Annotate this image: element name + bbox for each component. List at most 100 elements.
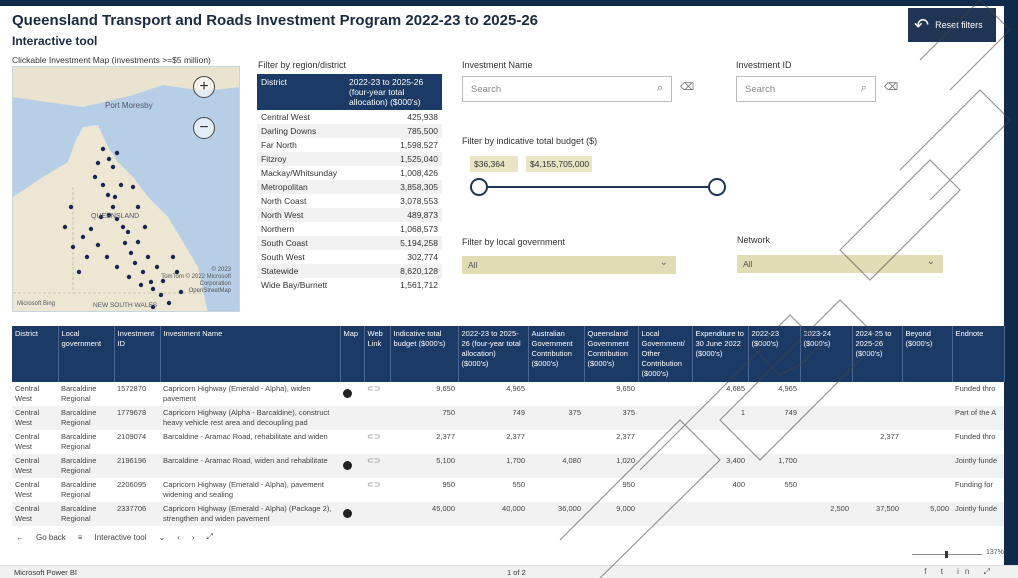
district-row[interactable]: Fitzroy 1,525,040 xyxy=(257,152,442,166)
go-back-button[interactable]: Go back xyxy=(36,533,66,542)
map-investment-dot[interactable] xyxy=(92,174,98,180)
reset-filters-button[interactable]: ↶ Reset filters xyxy=(908,8,996,42)
map-investment-dot[interactable] xyxy=(95,160,101,166)
map-investment-dot[interactable] xyxy=(150,286,156,292)
table-col-header[interactable]: Queensland Government Contribution ($000… xyxy=(584,326,639,382)
map-investment-dot[interactable] xyxy=(80,234,86,240)
table-col-header[interactable]: Expenditure to 30 June 2022 ($000's) xyxy=(692,326,749,382)
table-col-header[interactable]: Australian Government Contribution ($000… xyxy=(528,326,585,382)
map-zoom-in-button[interactable]: + xyxy=(193,76,215,98)
chevron-down-icon[interactable]: ⌄ xyxy=(159,533,166,542)
investment-id-search[interactable]: Search ⌕ xyxy=(736,76,876,102)
map-investment-dot[interactable] xyxy=(105,192,111,198)
map-dot-icon[interactable] xyxy=(343,461,352,470)
table-row[interactable]: Central West Barcaldine Regional 1779678 Ca… xyxy=(12,406,1004,430)
table-col-header[interactable]: Local government xyxy=(58,326,115,382)
map-investment-dot[interactable] xyxy=(166,300,172,306)
district-row[interactable]: Statewide 8,620,128 xyxy=(257,264,442,278)
map-investment-dot[interactable] xyxy=(126,274,132,280)
map-investment-dot[interactable] xyxy=(125,229,131,235)
district-row[interactable]: North Coast 3,078,553 xyxy=(257,194,442,208)
map-investment-dot[interactable] xyxy=(135,204,141,210)
district-row[interactable]: Metropolitan 3,858,305 xyxy=(257,180,442,194)
map-investment-dot[interactable] xyxy=(110,204,116,210)
district-row[interactable]: Northern 1,068,573 xyxy=(257,222,442,236)
eraser-icon[interactable]: ⌫ xyxy=(884,82,898,93)
map-investment-dot[interactable] xyxy=(140,269,146,275)
link-icon[interactable]: ⊂⊃ xyxy=(367,456,380,465)
map-investment-dot[interactable] xyxy=(145,254,151,260)
budget-slider-track[interactable] xyxy=(478,186,718,188)
allocation-col-header[interactable]: 2022-23 to 2025-26 (four-year total allo… xyxy=(345,74,442,110)
table-col-header[interactable]: Map xyxy=(340,326,365,382)
map-investment-dot[interactable] xyxy=(170,254,176,260)
table-col-header[interactable]: 2024-25 to 2025-26 ($000's) xyxy=(852,326,903,382)
map-investment-dot[interactable] xyxy=(118,182,124,188)
share-icons[interactable]: f t in ⤢ xyxy=(924,567,996,577)
page-selector[interactable]: Interactive tool xyxy=(94,533,146,542)
table-row[interactable]: Central West Barcaldine Regional 2196196 Ba… xyxy=(12,454,1004,478)
zoom-slider-handle[interactable] xyxy=(945,551,948,558)
map-investment-dot[interactable] xyxy=(114,264,120,270)
map-investment-dot[interactable] xyxy=(122,240,128,246)
table-col-header[interactable]: District xyxy=(12,326,59,382)
map-investment-dot[interactable] xyxy=(100,146,106,152)
map-investment-dot[interactable] xyxy=(76,269,82,275)
map-investment-dot[interactable] xyxy=(100,182,106,188)
link-icon[interactable]: ⊂⊃ xyxy=(367,480,380,489)
map-investment-dot[interactable] xyxy=(128,250,134,256)
map-dot-icon[interactable] xyxy=(343,389,352,398)
back-arrow-icon[interactable]: ← xyxy=(16,533,24,542)
district-row[interactable]: South Coast 5,194,258 xyxy=(257,236,442,250)
investment-map[interactable]: Port Moresby QUEENSLAND NEW SOUTH WALES … xyxy=(12,66,240,312)
map-investment-dot[interactable] xyxy=(114,150,120,156)
map-investment-dot[interactable] xyxy=(120,224,126,230)
table-col-header[interactable]: Beyond ($000's) xyxy=(902,326,953,382)
budget-slider-min-handle[interactable] xyxy=(470,178,488,196)
table-col-header[interactable]: Endnote xyxy=(952,326,1005,382)
chevron-left-icon[interactable]: ‹ xyxy=(177,533,180,542)
district-row[interactable]: South West 302,774 xyxy=(257,250,442,264)
eraser-icon[interactable]: ⌫ xyxy=(680,82,694,93)
table-row[interactable]: Central West Barcaldine Regional 2206095 Ca… xyxy=(12,478,1004,502)
map-investment-dot[interactable] xyxy=(135,239,141,245)
table-row[interactable]: Central West Barcaldine Regional 1572870 Ca… xyxy=(12,382,1004,406)
map-dot-icon[interactable] xyxy=(343,509,352,518)
table-col-header[interactable]: Local Government/ Other Contribution ($0… xyxy=(638,326,693,382)
map-investment-dot[interactable] xyxy=(95,242,101,248)
map-investment-dot[interactable] xyxy=(70,244,76,250)
table-col-header[interactable]: 2022-23 to 2025-26 (four-year total allo… xyxy=(458,326,529,382)
table-col-header[interactable]: Investment ID xyxy=(114,326,161,382)
table-col-header[interactable]: Indicative total budget ($000's) xyxy=(390,326,459,382)
table-row[interactable]: Central West Barcaldine Regional 2337706 Ca… xyxy=(12,502,1004,526)
link-icon[interactable]: ⊂⊃ xyxy=(367,432,380,441)
map-investment-dot[interactable] xyxy=(154,264,160,270)
map-investment-dot[interactable] xyxy=(112,194,118,200)
expand-icon[interactable]: ⤢ xyxy=(207,532,213,542)
table-col-header[interactable]: Investment Name xyxy=(160,326,341,382)
table-col-header[interactable]: 2022-23 ($000's) xyxy=(748,326,801,382)
local-gov-dropdown[interactable]: All ⌄ xyxy=(462,256,676,274)
chevron-right-icon[interactable]: › xyxy=(192,533,195,542)
link-icon[interactable]: ⊂⊃ xyxy=(367,384,380,393)
map-zoom-out-button[interactable]: − xyxy=(193,117,215,139)
map-investment-dot[interactable] xyxy=(84,254,90,260)
district-col-header[interactable]: District xyxy=(257,74,345,110)
district-row[interactable]: Darling Downs 785,500 xyxy=(257,124,442,138)
map-investment-dot[interactable] xyxy=(104,254,110,260)
map-investment-dot[interactable] xyxy=(62,224,68,230)
map-investment-dot[interactable] xyxy=(138,282,144,288)
table-col-header[interactable]: Web Link xyxy=(364,326,391,382)
network-dropdown[interactable]: All ⌄ xyxy=(737,255,943,273)
map-investment-dot[interactable] xyxy=(68,204,74,210)
budget-min-value[interactable]: $36,364 xyxy=(470,156,518,172)
table-col-header[interactable]: 2023-24 ($000's) xyxy=(800,326,853,382)
map-investment-dot[interactable] xyxy=(106,156,112,162)
budget-max-value[interactable]: $4,155,705,000 xyxy=(526,156,592,172)
district-row[interactable]: Mackay/Whitsunday 1,008,426 xyxy=(257,166,442,180)
map-investment-dot[interactable] xyxy=(132,260,138,266)
district-row[interactable]: Central West 425,938 xyxy=(257,110,442,124)
district-row[interactable]: Wide Bay/Burnett 1,561,712 xyxy=(257,278,442,292)
investment-name-search[interactable]: Search ⌕ xyxy=(462,76,672,102)
district-row[interactable]: Far North 1,598,527 xyxy=(257,138,442,152)
